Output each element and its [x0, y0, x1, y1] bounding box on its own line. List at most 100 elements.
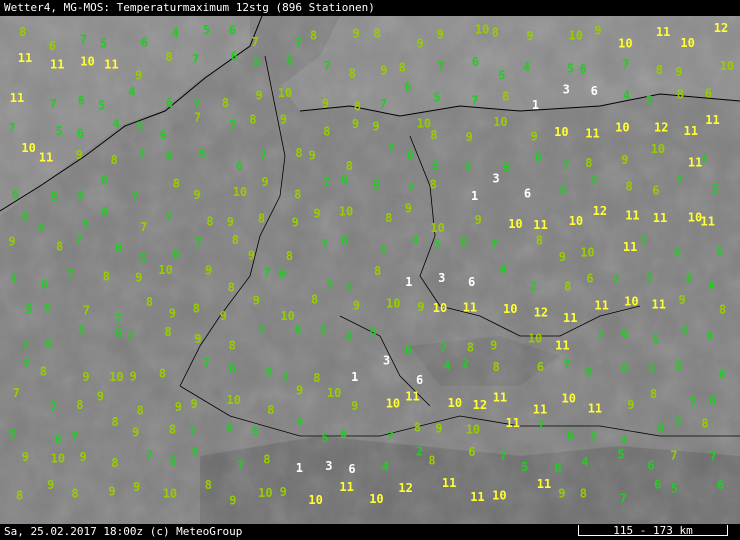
station-value: 10: [278, 86, 292, 100]
station-value: 10: [109, 370, 123, 384]
station-value: 8: [580, 486, 587, 500]
station-value: 7: [195, 236, 202, 250]
station-value: 7: [612, 273, 619, 287]
station-value: 10: [430, 221, 444, 235]
station-value: 10: [21, 141, 35, 155]
station-value: 4: [382, 460, 389, 474]
station-value: 4: [296, 415, 303, 429]
station-value: 8: [111, 153, 118, 167]
station-value: 8: [701, 417, 708, 431]
weather-map[interactable]: 8 6 7 5 6 4 5 6 7 7 8 9 8 9 9 10 8 9 10 9 10 11 10 12 11 11 10 11 9 8…: [0, 16, 740, 524]
station-value: 1: [296, 461, 303, 475]
station-value: 8: [137, 403, 144, 417]
station-value: 8: [430, 177, 437, 191]
station-value: 11: [588, 401, 602, 415]
station-value: 8: [294, 187, 301, 201]
station-value: 2: [591, 173, 598, 187]
station-value: 5: [322, 431, 329, 445]
station-value: 10: [258, 486, 272, 500]
station-value: 7: [282, 370, 289, 384]
station-value: 3: [492, 172, 499, 186]
station-value: 6: [231, 50, 238, 64]
station-value: 8: [173, 176, 180, 190]
station-value: 4: [444, 359, 451, 373]
station-value: 7: [115, 312, 122, 326]
station-value: 10: [308, 493, 322, 507]
station-value: 6: [115, 326, 122, 340]
station-value: 7: [258, 323, 265, 337]
footer-timestamp: Sa, 25.02.2017 18:00z (c) MeteoGroup: [4, 525, 243, 538]
station-value: 11: [50, 57, 64, 71]
station-value: 4: [113, 117, 120, 131]
station-value: 6: [621, 362, 628, 376]
station-value: 6: [229, 361, 236, 375]
station-value: 11: [18, 51, 32, 65]
station-value: 9: [280, 113, 287, 127]
station-value: 5: [646, 271, 653, 285]
station-value: 8: [16, 488, 23, 502]
station-value: 6: [78, 94, 85, 108]
station-value: 8: [311, 293, 318, 307]
station-value: 5: [617, 448, 624, 462]
station-value: 11: [684, 124, 698, 138]
station-value: 11: [585, 127, 599, 141]
station-value: 4: [620, 433, 627, 447]
station-value: 10: [615, 121, 629, 135]
station-value: 3: [325, 459, 332, 473]
station-value: 10: [227, 393, 241, 407]
station-value: 9: [313, 207, 320, 221]
station-value: 6: [591, 84, 598, 98]
station-value: 7: [50, 97, 57, 111]
station-value: 7: [22, 339, 29, 353]
station-value: 8: [349, 66, 356, 80]
station-value: 9: [372, 120, 379, 134]
station-value: 6: [101, 173, 108, 187]
station-value: 12: [473, 398, 487, 412]
station-value: 4: [172, 26, 179, 40]
station-value: 6: [709, 393, 716, 407]
station-value: 9: [417, 300, 424, 314]
station-value: 6: [555, 461, 562, 475]
station-value: 10: [386, 297, 400, 311]
station-value: 6: [472, 55, 479, 69]
station-value: 6: [101, 205, 108, 219]
station-value: 6: [173, 247, 180, 261]
station-value: 10: [569, 214, 583, 228]
station-value: 6: [648, 459, 655, 473]
station-value: 6: [54, 432, 61, 446]
station-value: 9: [194, 332, 201, 346]
station-value: 6: [170, 454, 177, 468]
station-value: 8: [626, 180, 633, 194]
station-value: 6: [468, 275, 475, 289]
station-value: 5: [498, 69, 505, 83]
station-value: 11: [537, 477, 551, 491]
station-value: 5: [82, 217, 89, 231]
station-value: 10: [51, 452, 65, 466]
station-value: 8: [146, 295, 153, 309]
station-value: 6: [348, 462, 355, 476]
station-value: 11: [339, 480, 353, 494]
station-value: 9: [175, 400, 182, 414]
station-value: 10: [327, 386, 341, 400]
station-value: 6: [719, 368, 726, 382]
station-value: 9: [475, 213, 482, 227]
station-value: 6: [686, 272, 693, 286]
station-value: 9: [353, 298, 360, 312]
station-value: 6: [535, 150, 542, 164]
station-value: 7: [140, 220, 147, 234]
station-value: 4: [345, 330, 352, 344]
station-value: 10: [508, 217, 522, 231]
station-value: 9: [8, 235, 15, 249]
station-value: 8: [263, 453, 270, 467]
station-value: 6: [407, 148, 414, 162]
station-value: 4: [499, 263, 506, 277]
station-value: 7: [13, 386, 20, 400]
station-value: 8: [650, 387, 657, 401]
station-value: 4: [681, 323, 688, 337]
station-value: 1: [351, 370, 358, 384]
station-value: 10: [651, 142, 665, 156]
station-value: 8: [564, 279, 571, 293]
station-value: 7: [689, 396, 696, 410]
station-value: 4: [523, 60, 530, 74]
station-value: 12: [593, 204, 607, 218]
